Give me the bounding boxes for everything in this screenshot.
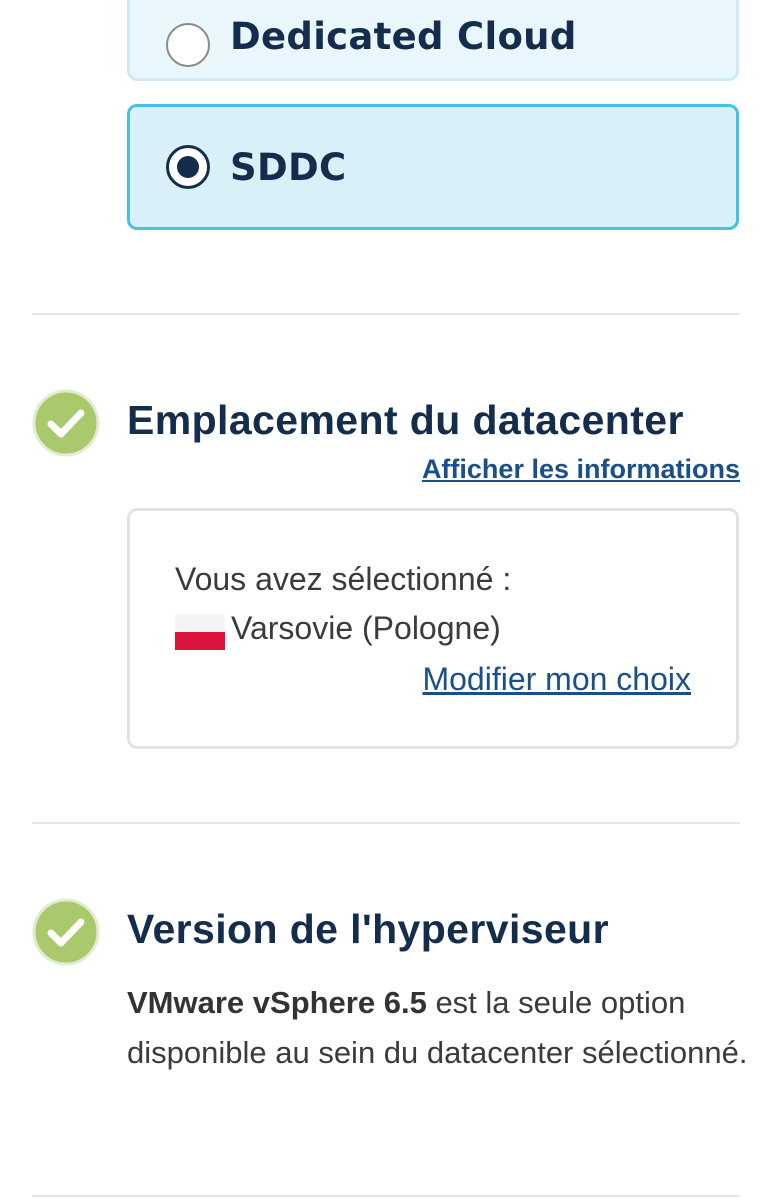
option-label: SDDC (230, 145, 347, 189)
radio-dot (177, 156, 199, 178)
radio-button-unchecked[interactable] (166, 22, 210, 67)
selected-location-box: Vous avez sélectionné : Varsovie (Pologn… (127, 508, 739, 749)
selected-city: Varsovie (Pologne) (231, 610, 501, 646)
hypervisor-description: VMware vSphere 6.5 est la seule option d… (127, 978, 757, 1078)
check-circle-icon (32, 898, 100, 966)
check-circle-icon (32, 389, 100, 457)
option-label: Dedicated Cloud (230, 15, 577, 58)
hypervisor-version: VMware vSphere 6.5 (127, 985, 427, 1020)
option-dedicated-cloud[interactable]: Dedicated Cloud (127, 0, 739, 81)
modify-choice-link[interactable]: Modifier mon choix (422, 661, 691, 698)
poland-flag-icon (175, 614, 225, 650)
section-divider (32, 822, 740, 824)
page: Dedicated Cloud SDDC Emplacement du data… (0, 0, 772, 1200)
section-title-location: Emplacement du datacenter (127, 397, 684, 443)
section-divider (32, 313, 740, 315)
option-sddc[interactable]: SDDC (127, 104, 739, 230)
section-divider (32, 1195, 740, 1197)
show-info-link[interactable]: Afficher les informations (422, 454, 740, 485)
section-title-hypervisor: Version de l'hyperviseur (127, 906, 609, 952)
radio-button-checked[interactable] (166, 145, 210, 189)
selected-label: Vous avez sélectionné : (175, 561, 512, 597)
